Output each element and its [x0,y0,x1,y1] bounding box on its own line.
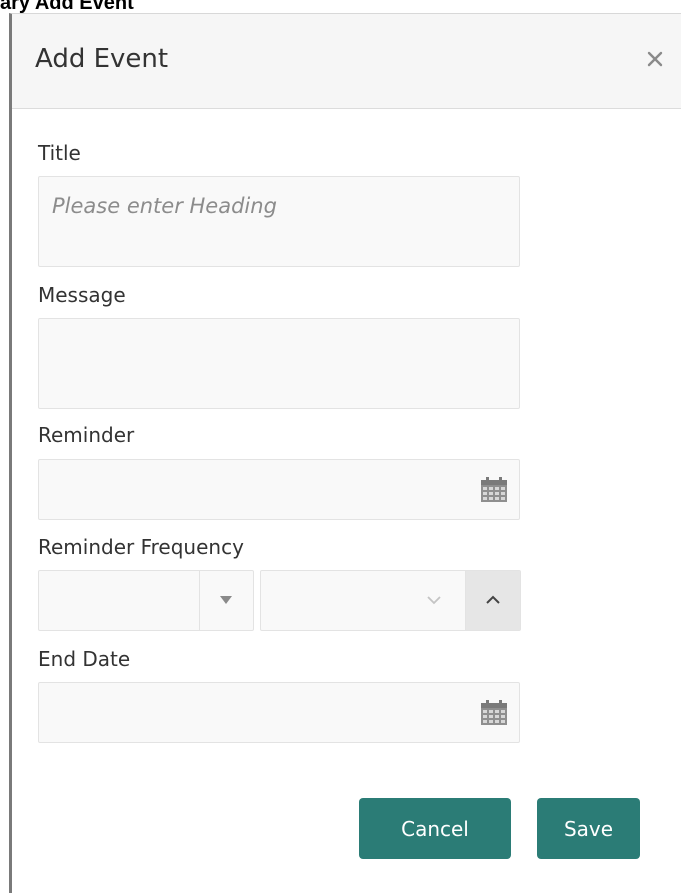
title-label: Title [38,141,81,165]
title-placeholder: Please enter Heading [52,194,277,218]
message-textarea[interactable] [38,318,520,409]
select-divider [199,571,200,630]
reminder-frequency-unit-select[interactable] [260,570,521,631]
reminder-frequency-interval-select[interactable] [38,570,254,631]
calendar-icon[interactable] [479,475,509,505]
title-input[interactable]: Please enter Heading [38,176,520,267]
end-date-input[interactable] [38,682,520,743]
end-date-label: End Date [38,647,131,671]
dialog-title: Add Event [35,44,169,74]
calendar-icon[interactable] [479,698,509,728]
dialog-header: Add Event [12,14,681,109]
reminder-label: Reminder [38,423,135,447]
reminder-date-input[interactable] [38,459,520,520]
save-button[interactable]: Save [537,798,640,859]
close-icon [647,51,663,67]
spinner-up-button[interactable] [466,571,520,630]
add-event-dialog: Add Event Title Please enter Heading Mes… [9,13,681,893]
dropdown-arrow-icon [220,596,232,604]
message-label: Message [38,283,126,307]
chevron-down-icon[interactable] [426,595,442,605]
chevron-up-icon [486,595,500,604]
reminder-frequency-label: Reminder Frequency [38,535,244,559]
cancel-button[interactable]: Cancel [359,798,511,859]
close-button[interactable] [640,42,670,76]
